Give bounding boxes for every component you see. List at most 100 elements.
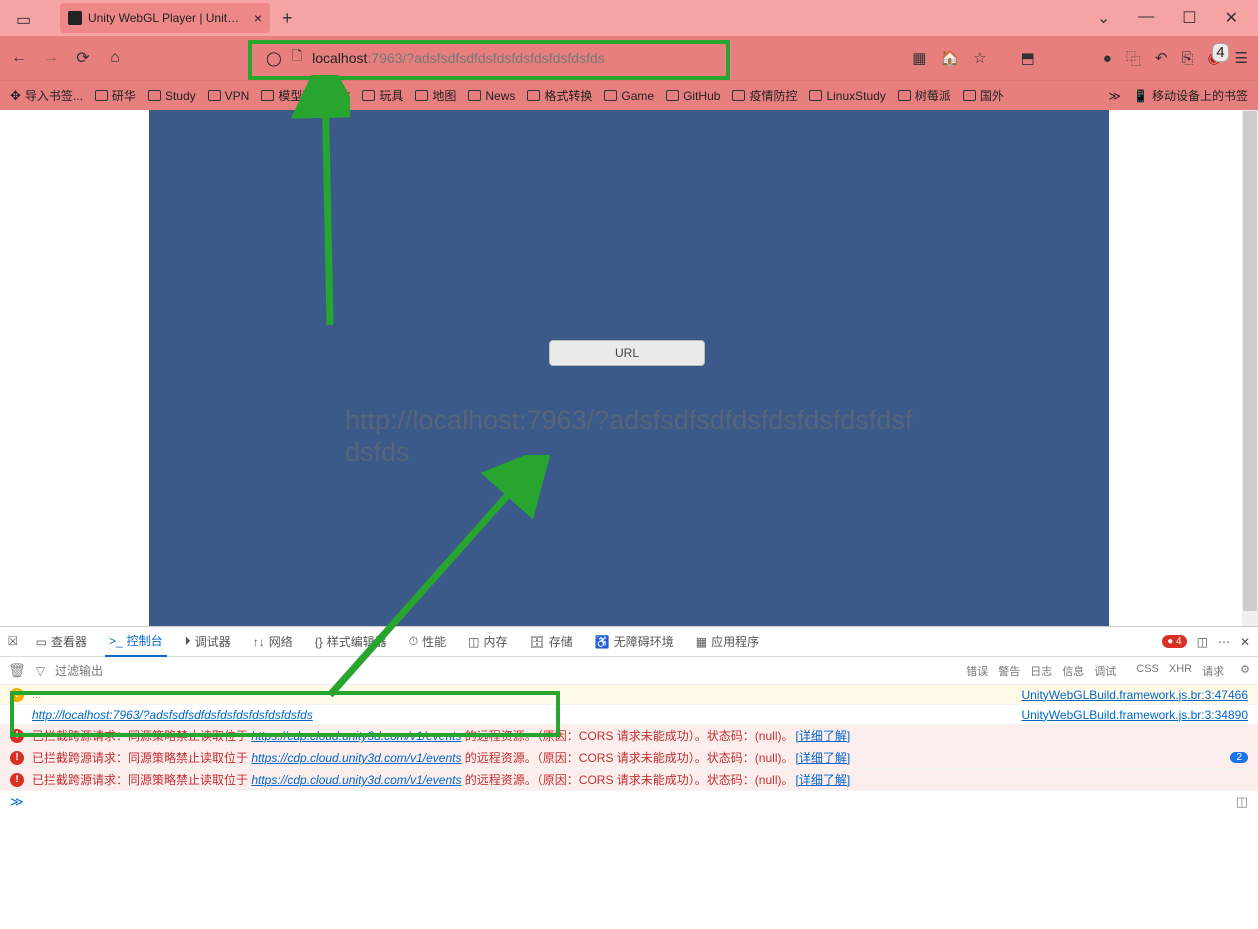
forward-button[interactable]: →: [42, 49, 60, 67]
settings-icon[interactable]: ⚙: [1240, 663, 1250, 679]
bookmark-star-icon[interactable]: ☆: [973, 49, 986, 67]
import-bookmarks[interactable]: ✥导入书签...: [10, 87, 83, 104]
browser-navbar: ← → ⟳ ⌂ ◯ 🗋 localhost:7963/?adsfsdfsdfds…: [0, 36, 1258, 80]
console-filter-bar: 🗑 ▽ 错误 警告 日志 信息 调试 CSS XHR 请求 ⚙: [0, 657, 1258, 685]
bookmark-folder[interactable]: 玩具: [362, 87, 403, 104]
address-bar[interactable]: ◯ 🗋 localhost:7963/?adsfsdfsdfdsfdsfdsfd…: [258, 43, 728, 73]
tab-console[interactable]: >_ 控制台: [105, 627, 167, 657]
console-source-link[interactable]: UnityWebGLBuild.framework.js.br:3:47466: [1021, 688, 1248, 702]
tab-application[interactable]: ▦ 应用程序: [692, 627, 763, 657]
bookmark-folder[interactable]: 研华: [95, 87, 136, 104]
console-input-row[interactable]: ≫ ◫: [0, 791, 1258, 813]
learn-more-link[interactable]: [详细了解]: [795, 749, 850, 766]
mobile-bookmarks[interactable]: 📱移动设备上的书签: [1133, 87, 1248, 104]
cors-link[interactable]: https://cdp.cloud.unity3d.com/v1/events: [251, 751, 461, 765]
bm-label: 国外: [980, 87, 1004, 104]
cat-request[interactable]: 请求: [1202, 663, 1224, 679]
console-row: http://localhost:7963/?adsfsdfsdfdsfdsfd…: [0, 705, 1258, 725]
learn-more-link[interactable]: [详细了解]: [795, 727, 850, 744]
cat-debug[interactable]: 调试: [1094, 663, 1116, 679]
menu-button[interactable]: ☰: [1235, 49, 1248, 67]
browser-tab[interactable]: Unity WebGL Player | UnityW ×: [60, 3, 270, 33]
shield-icon[interactable]: ◯: [266, 50, 282, 67]
cat-error[interactable]: 错误: [966, 663, 988, 679]
cat-xhr[interactable]: XHR: [1169, 663, 1192, 679]
vertical-scrollbar[interactable]: [1242, 110, 1258, 626]
tab-inspector[interactable]: ▭ 查看器: [32, 627, 91, 657]
cat-info[interactable]: 信息: [1062, 663, 1084, 679]
undo-icon[interactable]: ↶: [1155, 49, 1168, 67]
console-source-link[interactable]: UnityWebGLBuild.framework.js.br:3:34890: [1021, 708, 1248, 722]
inspect-icon[interactable]: ⮽: [8, 634, 18, 649]
console-message: 已拦截跨源请求：同源策略禁止读取位于 https://cdp.cloud.uni…: [32, 749, 793, 766]
tab-label: 性能: [422, 633, 446, 650]
bookmark-folder[interactable]: Study: [148, 89, 196, 103]
bookmark-folder[interactable]: LinuxStudy: [809, 89, 885, 103]
bookmark-folder[interactable]: 格式转换: [527, 87, 592, 104]
cat-warn[interactable]: 警告: [998, 663, 1020, 679]
filter-icon[interactable]: ▽: [36, 664, 45, 678]
clip-icon[interactable]: ⎘: [1181, 50, 1193, 67]
console-output: ! ... UnityWebGLBuild.framework.js.br:3:…: [0, 685, 1258, 791]
bookmark-folder[interactable]: 地图: [415, 87, 456, 104]
cat-css[interactable]: CSS: [1136, 663, 1159, 679]
console-message: 已拦截跨源请求：同源策略禁止读取位于 https://cdp.cloud.uni…: [32, 727, 793, 744]
reload-button[interactable]: ⟳: [74, 49, 92, 67]
qr-icon[interactable]: ▦: [912, 49, 926, 67]
bookmark-folder[interactable]: GitHub: [666, 89, 720, 103]
home-ext-icon[interactable]: 🏠: [940, 49, 959, 67]
bookmark-folder[interactable]: 疫情防控: [732, 87, 797, 104]
tab-debugger[interactable]: ⏵ 调试器: [181, 627, 235, 657]
bookmark-folder[interactable]: Game: [604, 89, 654, 103]
bookmark-folder[interactable]: 国外: [963, 87, 1004, 104]
cors-link[interactable]: https://cdp.cloud.unity3d.com/v1/events: [251, 729, 461, 743]
new-tab-button[interactable]: +: [282, 8, 293, 29]
bm-label: 玩具: [379, 87, 403, 104]
tabs-dropdown-icon[interactable]: ⌄: [1097, 8, 1110, 28]
tab-network[interactable]: ↑↓ 网络: [249, 627, 297, 657]
scrollbar-thumb[interactable]: [1243, 111, 1257, 611]
tab-storage[interactable]: 🗄 存储: [526, 627, 577, 657]
bookmarks-overflow-icon[interactable]: ≫: [1108, 89, 1121, 103]
account-icon[interactable]: ●: [1103, 50, 1112, 67]
minimize-button[interactable]: —: [1138, 8, 1154, 28]
screenshot-icon[interactable]: ⿻: [1126, 48, 1141, 69]
back-button[interactable]: ←: [10, 49, 28, 67]
tab-label: 控制台: [127, 632, 163, 649]
bm-label: News: [485, 89, 515, 103]
error-count-badge[interactable]: ● 4: [1162, 635, 1186, 648]
cat-log[interactable]: 日志: [1030, 663, 1052, 679]
tab-memory[interactable]: ◫ 内存: [464, 627, 511, 657]
learn-more-link[interactable]: [详细了解]: [795, 771, 850, 788]
devtools-close-icon[interactable]: ✕: [1240, 635, 1250, 649]
split-console-icon[interactable]: ◫: [1236, 794, 1248, 810]
page-content: URL http://localhost:7963/?adsfsdfsdfdsf…: [0, 110, 1258, 626]
close-tab-icon[interactable]: ×: [254, 10, 262, 26]
url-button[interactable]: URL: [549, 340, 705, 366]
devtools-more-icon[interactable]: ⋯: [1218, 635, 1230, 649]
ublock-icon[interactable]: ◉4: [1207, 49, 1220, 67]
tab-style-editor[interactable]: {} 样式编辑器: [311, 627, 391, 657]
url-button-label: URL: [615, 346, 639, 360]
home-button[interactable]: ⌂: [106, 49, 124, 67]
bookmark-folder[interactable]: 模型下载网站: [261, 87, 350, 104]
tab-label: 无障碍环境: [614, 633, 674, 650]
lock-icon[interactable]: 🗋: [292, 47, 302, 69]
extensions-icon[interactable]: ⬒: [1021, 49, 1035, 67]
clear-console-icon[interactable]: 🗑: [8, 662, 26, 679]
bookmark-folder[interactable]: VPN: [208, 89, 250, 103]
tab-accessibility[interactable]: ♿ 无障碍环境: [591, 627, 678, 657]
bookmark-folder[interactable]: News: [468, 89, 515, 103]
console-filter-input[interactable]: [55, 664, 255, 678]
console-url-link[interactable]: http://localhost:7963/?adsfsdfsdfdsfdsfd…: [32, 708, 313, 722]
tab-performance[interactable]: ⏱ 性能: [405, 627, 450, 657]
error-icon: !: [10, 729, 24, 743]
dock-icon[interactable]: ◫: [1197, 635, 1208, 649]
tab-label: 内存: [483, 633, 507, 650]
sidebar-toggle-icon[interactable]: ▭: [16, 10, 32, 26]
unity-canvas[interactable]: URL http://localhost:7963/?adsfsdfsdfdsf…: [149, 110, 1109, 626]
close-window-button[interactable]: ✕: [1225, 8, 1238, 28]
cors-link[interactable]: https://cdp.cloud.unity3d.com/v1/events: [251, 773, 461, 787]
bookmark-folder[interactable]: 树莓派: [898, 87, 951, 104]
maximize-button[interactable]: ☐: [1182, 8, 1196, 28]
